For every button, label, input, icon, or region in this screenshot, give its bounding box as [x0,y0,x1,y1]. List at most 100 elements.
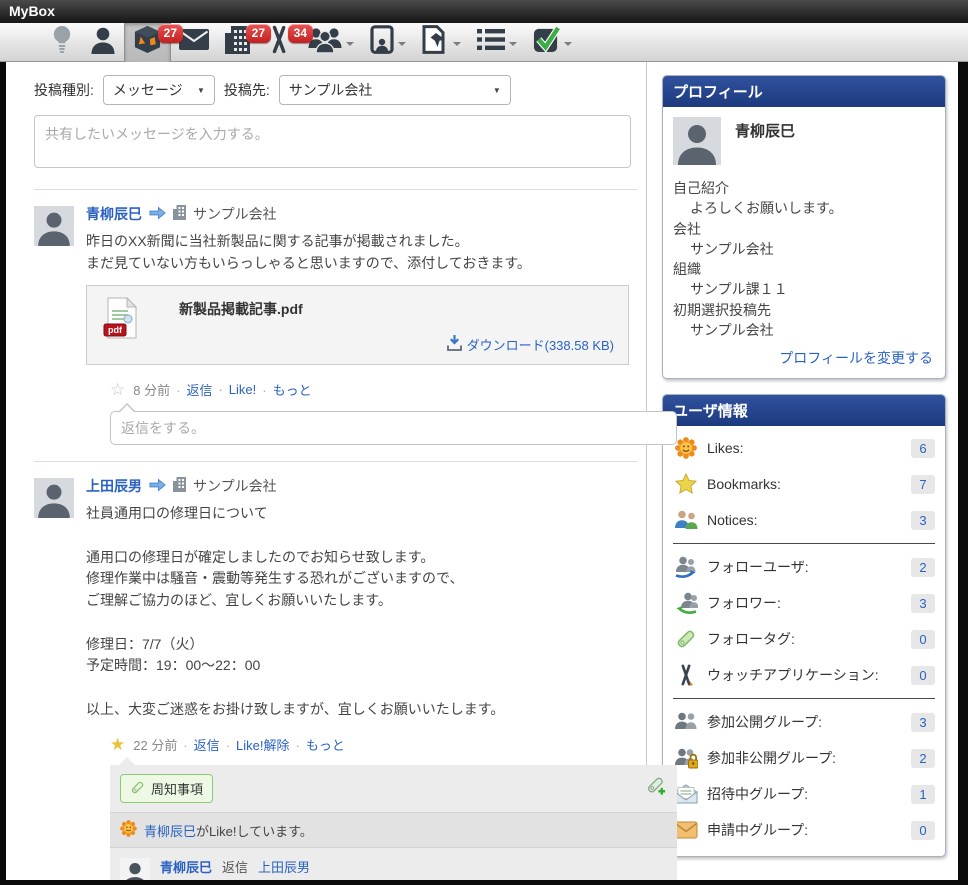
follow-tag-icon [673,627,699,651]
avatar[interactable] [34,206,74,246]
comment-item: 青柳辰巳 返信 上田辰男 その時間帯は通用口が利用できないのでしょうか？ ☆ 2… [110,848,677,880]
notification-badge: 27 [246,24,271,43]
user-info-count[interactable]: 3 [911,713,935,732]
post-actions: ★ 22 分前 返信 Like!解除 もっと [110,735,631,754]
like-link[interactable]: Like! [212,382,256,397]
profile-field-value: サンプル会社 [673,320,935,340]
bookmark-star-toggle[interactable]: ★ [110,736,125,753]
user-info-row: 参加公開グループ: 3 [663,704,945,740]
user-info-row: 申請中グループ: 0 [663,812,945,848]
avatar[interactable] [34,478,74,518]
toolbar-item-contacts[interactable] [362,23,414,62]
bookmark-star-toggle[interactable]: ☆ [110,381,125,398]
feed-column: 投稿種別: メッセージ ▼ 投稿先: サンプル会社 ▼ [6,62,647,880]
people-group-icon [308,27,342,58]
more-link[interactable]: もっと [290,735,345,754]
post-body: 昨日のXX新聞に当社新製品に関する記事が掲載されました。 まだ見ていない方もいら… [86,231,631,274]
liker-link[interactable]: 青柳辰巳 [144,824,196,839]
reply-link[interactable]: 返信 [177,735,219,754]
user-info-count[interactable]: 0 [911,821,935,840]
add-tag-icon[interactable] [646,776,667,801]
profile-field-label: 会社 [673,219,935,239]
chevron-down-icon [564,42,572,50]
post-author-link[interactable]: 上田辰男 [86,476,142,496]
like-flower-icon [120,820,137,840]
post-actions: ☆ 8 分前 返信 Like! もっと [110,380,631,399]
profile-field-label: 初期選択投稿先 [673,300,935,320]
user-info-count[interactable]: 7 [911,475,935,494]
app-window: MyBox 27 27 34 [0,0,968,885]
user-info-count[interactable]: 2 [911,749,935,768]
toolbar-item-profile[interactable] [82,23,124,62]
tag-icon [130,780,145,798]
user-info-count[interactable]: 6 [911,439,935,458]
pdf-file-icon: pdf [103,297,137,344]
tag-chip[interactable]: 周知事項 [120,774,213,803]
avatar[interactable] [673,117,721,170]
toolbar-item-company[interactable]: 27 [217,23,258,62]
comment-target-link[interactable]: 上田辰男 [258,857,310,876]
lightbulb-icon [50,25,74,59]
chevron-down-icon [509,42,517,50]
toolbar-item-notifications[interactable] [42,23,82,62]
toolbar-item-lists[interactable] [469,23,525,62]
post-target: サンプル会社 [193,476,277,496]
user-info-count[interactable]: 2 [911,558,935,577]
building-small-icon [173,205,186,223]
user-info-row: 参加非公開グループ: 2 [663,740,945,776]
section-divider [673,543,935,544]
follow-user-icon [673,555,699,579]
comment-author-link[interactable]: 青柳辰巳 [160,857,212,876]
attachment-filename: 新製品掲載記事.pdf [179,299,614,319]
profile-field-value: よろしくお願いします。 [673,198,935,218]
watch-application-icon [673,663,699,687]
user-info-row: フォロータグ: 0 [663,621,945,657]
user-info-label: フォロワー: [707,593,911,613]
tablet-person-icon [370,25,394,59]
post-author-link[interactable]: 青柳辰巳 [86,204,142,224]
chevron-down-icon [346,42,354,50]
sidebar: プロフィール 青柳辰巳 自己紹介よろしくお願いします。 会社サンプル会社 組織サ… [647,62,958,880]
message-input[interactable] [34,115,631,168]
user-info-label: 申請中グループ: [707,820,911,840]
post-item: 青柳辰巳 サンプル会社 昨日のXX新聞に当社新製品に関する記事が掲載されました。… [34,190,631,445]
user-info-label: 参加公開グループ: [707,712,911,732]
main-toolbar: 27 27 34 [0,23,968,62]
user-info-row: Notices: 3 [663,502,945,538]
change-profile-link[interactable]: プロフィールを変更する [779,350,933,366]
reply-link[interactable]: 返信 [170,380,212,399]
post-destination-select[interactable]: サンプル会社 ▼ [279,75,511,105]
app-titlebar: MyBox [0,0,968,23]
chevron-down-icon [453,42,461,50]
user-info-count[interactable]: 0 [911,666,935,685]
document-pin-icon [422,25,449,59]
user-info-panel-header: ユーザ情報 [663,395,945,426]
follower-icon [673,591,699,615]
comment-thread: 周知事項 青柳辰巳がLike!しています。 青柳 [110,765,677,880]
more-link[interactable]: もっと [256,380,311,399]
comment-text: その時間帯は通用口が利用できないのでしょうか？ [160,878,667,880]
reply-input[interactable] [110,411,677,445]
comment-reply-word: 返信 [222,857,248,876]
user-info-count[interactable]: 0 [911,630,935,649]
toolbar-item-tasks[interactable] [525,23,580,62]
download-link[interactable]: ダウンロード(338.58 KB) [447,335,614,354]
toolbar-item-share[interactable]: 27 [124,23,171,62]
user-info-count[interactable]: 3 [911,511,935,530]
toolbar-item-notes[interactable] [414,23,469,62]
post-body: 社員通用口の修理日について 通用口の修理日が確定しましたのでお知らせ致します。 … [86,503,631,720]
building-small-icon [173,477,186,495]
user-info-count[interactable]: 3 [911,594,935,613]
list-icon [477,29,505,55]
user-info-count[interactable]: 1 [911,785,935,804]
reply-box [110,411,677,445]
svg-text:pdf: pdf [108,325,123,335]
section-divider [673,698,935,699]
user-info-label: フォローユーザ: [707,557,911,577]
avatar[interactable] [120,858,150,880]
post-type-select[interactable]: メッセージ ▼ [103,75,215,105]
unlike-link[interactable]: Like!解除 [220,735,290,754]
post-type-label: 投稿種別: [34,80,94,100]
bookmark-star-icon [673,472,699,496]
post-target: サンプル会社 [193,204,277,224]
